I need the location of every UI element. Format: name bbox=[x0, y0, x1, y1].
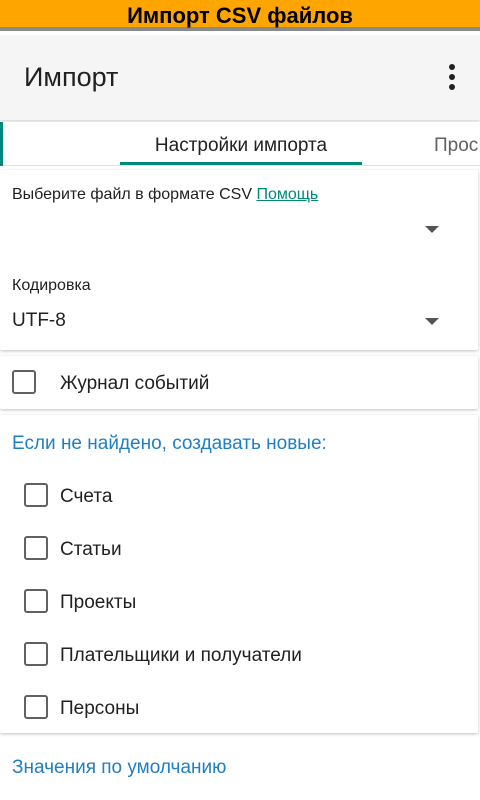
tab-preview[interactable]: Прос bbox=[434, 122, 478, 165]
payees-checkbox[interactable] bbox=[24, 642, 48, 666]
create-new-card: Если не найдено, создавать новые: Счета … bbox=[0, 415, 478, 733]
defaults-section-heading[interactable]: Значения по умолчанию bbox=[12, 757, 226, 779]
encoding-dropdown[interactable]: UTF-8 bbox=[12, 306, 462, 336]
projects-label: Проекты bbox=[60, 592, 137, 613]
event-log-label: Журнал событий bbox=[60, 373, 210, 394]
persons-label: Персоны bbox=[60, 698, 140, 719]
tab-scroll-accent bbox=[0, 122, 3, 166]
screenshot-banner: Импорт CSV файлов bbox=[0, 0, 480, 31]
categories-label: Статьи bbox=[60, 539, 122, 560]
file-prompt-label: Выберите файл в формате CSV bbox=[12, 186, 253, 203]
page-title: Импорт bbox=[24, 62, 119, 92]
app-bar: Импорт bbox=[0, 35, 480, 120]
accounts-checkbox[interactable] bbox=[24, 483, 48, 507]
event-log-checkbox[interactable] bbox=[12, 370, 36, 394]
encoding-label: Кодировка bbox=[12, 277, 91, 294]
file-select-dropdown[interactable] bbox=[12, 214, 462, 244]
encoding-value: UTF-8 bbox=[12, 310, 66, 331]
accounts-label: Счета bbox=[60, 486, 113, 507]
file-prompt: Выберите файл в формате CSV Помощь bbox=[12, 186, 318, 204]
tab-indicator bbox=[120, 162, 362, 165]
file-settings-card: Выберите файл в формате CSV Помощь Кодир… bbox=[0, 170, 478, 350]
encoding-dropdown-arrow-icon bbox=[425, 318, 439, 325]
help-link[interactable]: Помощь bbox=[256, 186, 318, 203]
tab-bar: Настройки импорта Прос bbox=[0, 122, 480, 166]
projects-checkbox[interactable] bbox=[24, 589, 48, 613]
tab-import-settings[interactable]: Настройки импорта bbox=[120, 122, 362, 165]
payees-label: Плательщики и получатели bbox=[60, 645, 302, 666]
file-dropdown-arrow-icon bbox=[425, 226, 439, 233]
persons-checkbox[interactable] bbox=[24, 695, 48, 719]
event-log-card: Журнал событий bbox=[0, 356, 478, 409]
create-new-heading: Если не найдено, создавать новые: bbox=[12, 433, 327, 454]
categories-checkbox[interactable] bbox=[24, 536, 48, 560]
more-vert-icon[interactable] bbox=[446, 64, 458, 94]
